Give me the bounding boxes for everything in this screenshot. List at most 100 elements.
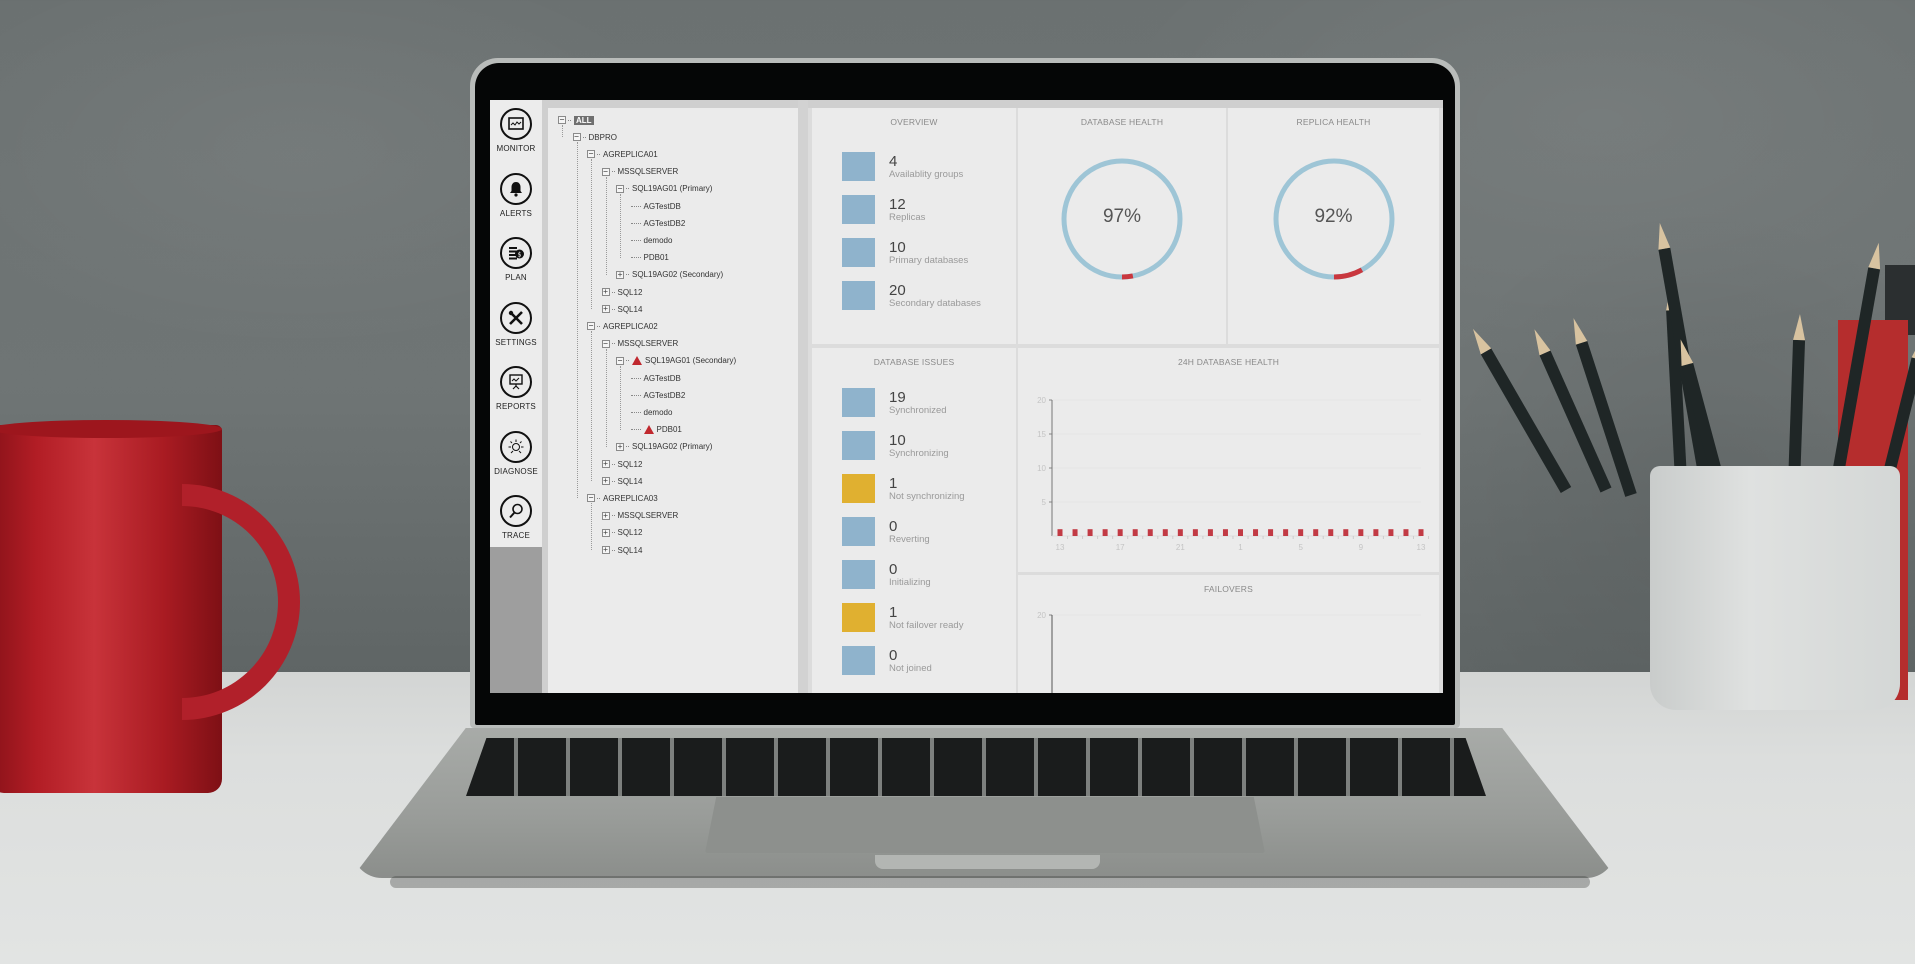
stat-label: Not joined (889, 663, 932, 674)
tree-node[interactable]: − MSSQLSERVER (601, 337, 678, 351)
tree-node[interactable]: + SQL12 (601, 285, 642, 299)
stat-item[interactable]: 20 Secondary databases (842, 281, 981, 310)
tree-node[interactable]: − SQL19AG01 (Primary) (616, 182, 712, 196)
stat-item[interactable]: 12 Replicas (842, 195, 925, 224)
stat-value: 19 (889, 389, 906, 406)
bar (1403, 529, 1409, 536)
expand-icon[interactable]: + (616, 270, 624, 279)
stat-item[interactable]: 4 Availablity groups (842, 152, 963, 181)
tree-node[interactable]: PDB01 (630, 423, 682, 437)
tree-node[interactable]: + SQL14 (601, 543, 642, 557)
tree-guide-line (562, 125, 563, 138)
expand-icon[interactable]: + (601, 460, 610, 468)
sidebar-item-reports[interactable]: REPORTS (490, 366, 542, 431)
tree-node[interactable]: AGTestDB (630, 199, 681, 213)
tree-node[interactable]: + SQL19AG02 (Primary) (616, 440, 712, 454)
status-swatch (842, 603, 875, 632)
tree-node[interactable]: + SQL12 (601, 526, 642, 540)
tree-connector (582, 136, 586, 138)
tree-connector (611, 308, 615, 310)
sidebar-item-diagnose[interactable]: DIAGNOSE (490, 430, 542, 496)
tree-node[interactable]: AGTestDB2 (630, 216, 685, 230)
expand-icon[interactable]: + (601, 511, 610, 520)
status-swatch (842, 195, 875, 224)
collapse-icon[interactable]: − (558, 116, 566, 124)
tree-node[interactable]: − AGREPLICA01 (587, 147, 658, 161)
tree-node[interactable]: − AGREPLICA02 (587, 319, 658, 333)
x-tick-label: 13 (1056, 543, 1065, 552)
tree-connector (611, 515, 615, 517)
stat-item[interactable]: 1 Not synchronizing (842, 474, 965, 503)
collapse-icon[interactable]: − (601, 339, 610, 348)
sidebar: MONITOR ALERTS $ PLAN SETTINGS REPORTS D… (490, 100, 542, 693)
bar (1313, 529, 1319, 536)
sidebar-item-label: ALERTS (499, 208, 533, 218)
tree-node[interactable]: − SQL19AG01 (Secondary) (616, 354, 736, 368)
sidebar-item-settings[interactable]: SETTINGS (490, 301, 542, 367)
tree-node[interactable]: AGTestDB (630, 371, 681, 385)
status-swatch (842, 474, 875, 503)
tree-node[interactable]: demodo (630, 405, 672, 419)
stat-item[interactable]: 0 Reverting (842, 517, 930, 546)
expand-icon[interactable]: + (601, 305, 610, 314)
status-swatch (842, 431, 875, 460)
stat-item[interactable]: 0 Not joined (842, 646, 932, 675)
expand-icon[interactable]: + (601, 528, 610, 537)
tree-node[interactable]: − MSSQLSERVER (601, 165, 678, 179)
stat-item[interactable]: 0 Initializing (842, 560, 931, 589)
status-swatch (842, 281, 875, 310)
tree-node-label: AGREPLICA03 (603, 493, 658, 503)
tree-connector (630, 239, 641, 241)
sidebar-item-trace[interactable]: TRACE (490, 495, 542, 560)
tree-node-label: SQL19AG02 (Secondary) (632, 270, 724, 280)
sidebar-item-monitor[interactable]: MONITOR (490, 108, 542, 173)
stat-label: Synchronizing (889, 448, 949, 459)
expand-icon[interactable]: + (601, 546, 610, 554)
stat-value: 12 (889, 196, 906, 213)
collapse-icon[interactable]: − (601, 167, 610, 176)
expand-icon[interactable]: + (601, 288, 610, 296)
tree-node[interactable]: − AGREPLICA03 (587, 491, 658, 505)
collapse-icon[interactable]: − (587, 150, 595, 159)
collapse-icon[interactable]: − (616, 184, 624, 193)
laptop-lid-notch (875, 855, 1100, 869)
tree-guide-line (591, 159, 592, 310)
expand-icon[interactable]: + (601, 477, 610, 486)
sidebar-item-alerts[interactable]: ALERTS (490, 172, 542, 238)
replica-health-value: 92% (1314, 206, 1353, 227)
stat-item[interactable]: 10 Synchronizing (842, 431, 949, 460)
tree-node[interactable]: + SQL12 (601, 457, 642, 471)
pencil-cup (1650, 466, 1900, 710)
tree-splitter[interactable] (798, 100, 808, 693)
tree-node[interactable]: PDB01 (630, 251, 669, 265)
tree-connector (611, 291, 615, 293)
bar (1207, 529, 1213, 536)
sidebar-item-plan[interactable]: $ PLAN (490, 237, 542, 302)
collapse-icon[interactable]: − (616, 356, 624, 365)
expand-icon[interactable]: + (616, 442, 624, 451)
collapse-icon[interactable]: − (587, 322, 595, 331)
tree-connector (626, 446, 629, 448)
stat-label: Availablity groups (889, 169, 964, 180)
collapse-icon[interactable]: − (587, 494, 595, 503)
tree-node[interactable]: + MSSQLSERVER (601, 509, 678, 523)
tree-node[interactable]: + SQL19AG02 (Secondary) (616, 268, 723, 282)
tree-node-label: SQL19AG01 (Secondary) (645, 356, 737, 366)
bar (1192, 529, 1198, 536)
tree-node[interactable]: demodo (630, 233, 672, 247)
tree-node[interactable]: + SQL14 (601, 302, 642, 316)
tree-node[interactable]: AGTestDB2 (630, 388, 685, 402)
sidebar-item-label: TRACE (501, 531, 531, 540)
stat-item[interactable]: 10 Primary databases (842, 238, 968, 267)
stat-item[interactable]: 19 Synchronized (842, 388, 947, 417)
database-health-card: DATABASE HEALTH 97% (1018, 108, 1226, 344)
tree-node[interactable]: + SQL14 (601, 474, 642, 488)
tree-connector (568, 119, 571, 121)
tree-node[interactable]: − DBPRO (572, 130, 617, 144)
collapse-icon[interactable]: − (572, 133, 581, 142)
bar (1072, 529, 1078, 536)
tree-node-label: AGREPLICA01 (603, 149, 658, 159)
stat-item[interactable]: 1 Not failover ready (842, 603, 963, 632)
tree-node[interactable]: − ALL (558, 113, 594, 127)
status-swatch (842, 517, 875, 546)
